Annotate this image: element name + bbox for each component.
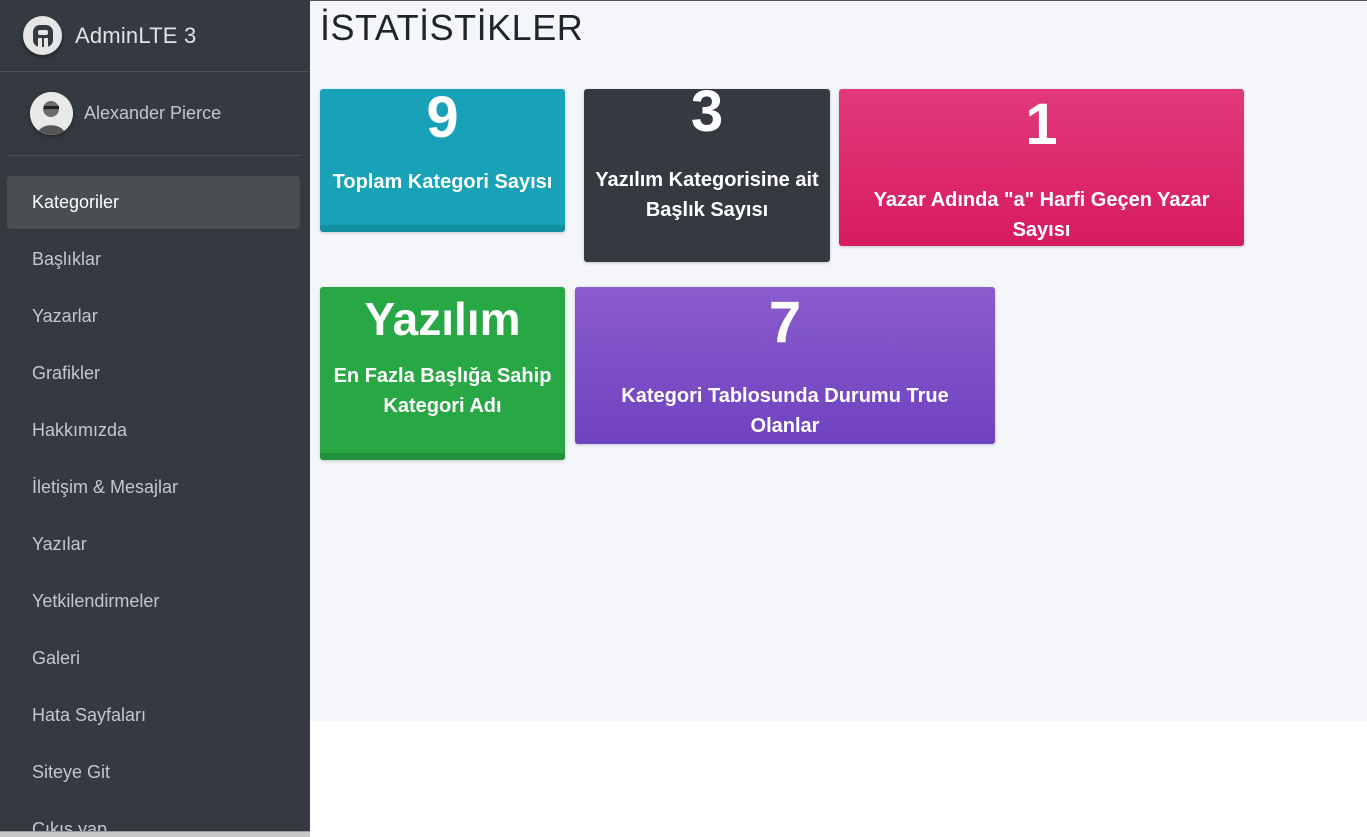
- stat-box-footer: [320, 453, 565, 460]
- sidebar-item-siteye-git[interactable]: Siteye Git: [7, 746, 300, 799]
- stat-value: 7: [768, 290, 802, 355]
- sidebar-item-hata-sayfalari[interactable]: Hata Sayfaları: [7, 689, 300, 742]
- stat-box-category-count: 9 Toplam Kategori Sayısı: [320, 89, 565, 232]
- sidebar-item-yetkilendirmeler[interactable]: Yetkilendirmeler: [7, 575, 300, 628]
- stat-box-active-categories: 7 Kategori Tablosunda Durumu True Olanla…: [575, 287, 995, 444]
- sidebar-item-iletisim-mesajlar[interactable]: İletişim & Mesajlar: [7, 461, 300, 514]
- sidebar: AdminLTE 3 Alexander Pierce Kategoriler …: [0, 0, 310, 837]
- sidebar-item-grafikler[interactable]: Grafikler: [7, 347, 300, 400]
- stat-label: Kategori Tablosunda Durumu True Olanlar: [621, 385, 949, 437]
- stat-value: Yazılım: [364, 293, 521, 345]
- stat-value: 1: [1025, 92, 1058, 157]
- sidebar-item-hakkimizda[interactable]: Hakkımızda: [7, 404, 300, 457]
- stat-value: 9: [426, 89, 459, 150]
- avatar: [30, 92, 73, 135]
- sidebar-horizontal-scrollbar[interactable]: [0, 831, 310, 837]
- stat-box-top-category: Yazılım En Fazla Başlığa Sahip Kategori …: [320, 287, 565, 460]
- sidebar-item-yazilar[interactable]: Yazılar: [7, 518, 300, 571]
- brand-name: AdminLTE 3: [75, 22, 197, 48]
- sidebar-item-yazarlar[interactable]: Yazarlar: [7, 290, 300, 343]
- user-name[interactable]: Alexander Pierce: [84, 103, 221, 124]
- sidebar-item-galeri[interactable]: Galeri: [7, 632, 300, 685]
- sidebar-item-kategoriler[interactable]: Kategoriler: [7, 176, 300, 229]
- adminlte-logo-icon: [23, 16, 62, 55]
- brand-link[interactable]: AdminLTE 3: [0, 0, 310, 72]
- stat-label: En Fazla Başlığa Sahip Kategori Adı: [333, 365, 552, 417]
- content-wrapper: İSTATİSTİKLER 9 Toplam Kategori Sayısı 3…: [310, 0, 1367, 721]
- sidebar-nav: Kategoriler Başlıklar Yazarlar Grafikler…: [0, 176, 310, 837]
- stat-label: Toplam Kategori Sayısı: [332, 171, 553, 193]
- user-panel[interactable]: Alexander Pierce: [7, 72, 300, 156]
- stat-box-software-title-count: 3 Yazılım Kategorisine ait Başlık Sayısı: [584, 89, 830, 262]
- sidebar-item-basliklar[interactable]: Başlıklar: [7, 233, 300, 286]
- stat-label: Yazılım Kategorisine ait Başlık Sayısı: [595, 169, 819, 221]
- stat-box-author-a-count: 1 Yazar Adında "a" Harfi Geçen Yazar Say…: [839, 89, 1244, 246]
- stat-value: 3: [690, 89, 724, 144]
- stat-box-footer: [320, 225, 565, 232]
- stat-label: Yazar Adında "a" Harfi Geçen Yazar Sayıs…: [873, 189, 1210, 241]
- page-title: İSTATİSTİKLER: [320, 7, 584, 48]
